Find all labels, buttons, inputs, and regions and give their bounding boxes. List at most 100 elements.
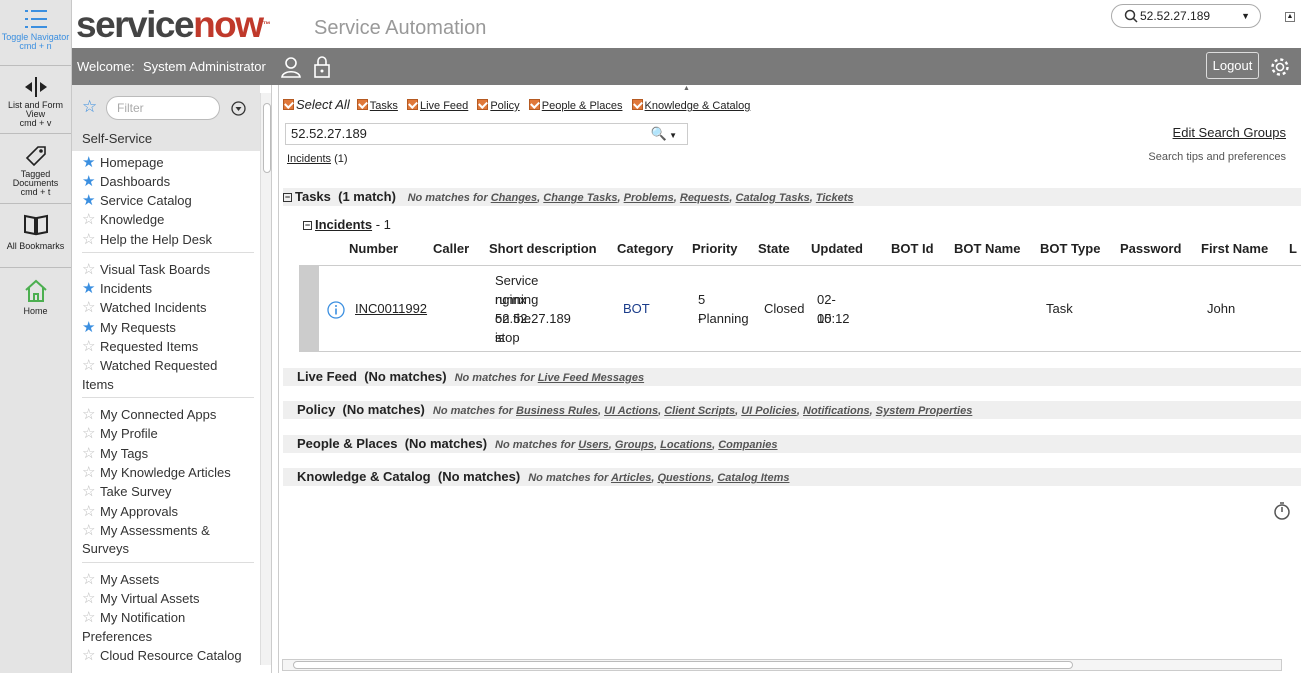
search-query-input[interactable]: 52.52.27.189 🔍 ▼: [285, 123, 688, 145]
logout-button[interactable]: Logout: [1206, 52, 1259, 79]
servicenow-logo[interactable]: servicenow™: [76, 6, 270, 44]
info-icon[interactable]: [327, 301, 345, 319]
column-header[interactable]: Priority: [692, 241, 738, 256]
nav-item[interactable]: ☆ Watched Requested: [82, 356, 257, 375]
gear-icon[interactable]: [1269, 56, 1291, 78]
star-outline-icon[interactable]: ☆: [82, 405, 100, 424]
nav-item[interactable]: ☆ My Virtual Assets: [82, 589, 257, 608]
select-all-checkbox[interactable]: [283, 99, 294, 110]
incident-number-link[interactable]: INC0011992: [355, 299, 427, 318]
incidents-title-link[interactable]: Incidents: [315, 217, 372, 232]
all-bookmarks-button[interactable]: All Bookmarks: [0, 204, 71, 268]
no-match-link[interactable]: Catalog Tasks: [736, 192, 810, 204]
nav-item[interactable]: ☆ Help the Help Desk: [82, 230, 257, 249]
nav-scrollbar[interactable]: [260, 93, 271, 665]
no-match-link[interactable]: Users: [578, 439, 609, 451]
star-outline-icon[interactable]: ☆: [82, 608, 100, 627]
nav-item[interactable]: ☆ My Notification: [82, 608, 257, 627]
favorite-star-icon[interactable]: ★: [82, 279, 100, 298]
knowledge-catalog-checkbox[interactable]: [631, 99, 643, 110]
column-header[interactable]: BOT Name: [954, 241, 1020, 256]
horizontal-scrollbar[interactable]: [282, 659, 1282, 671]
group-tasks-link[interactable]: Tasks: [370, 100, 398, 112]
no-match-link[interactable]: UI Actions: [604, 405, 658, 417]
column-header[interactable]: Short description: [489, 241, 597, 256]
collapse-incidents-icon[interactable]: −: [303, 221, 312, 230]
nav-item[interactable]: ★ Homepage: [82, 153, 257, 172]
no-match-link[interactable]: Client Scripts: [664, 405, 735, 417]
nav-item[interactable]: Surveys: [82, 539, 257, 558]
star-outline-icon[interactable]: ☆: [82, 463, 100, 482]
group-knowledge-catalog-link[interactable]: Knowledge & Catalog: [645, 100, 751, 112]
group-people-places-link[interactable]: People & Places: [542, 100, 623, 112]
favorite-star-icon[interactable]: ★: [82, 191, 100, 210]
no-match-link[interactable]: Notifications: [803, 405, 870, 417]
column-header[interactable]: Category: [617, 241, 673, 256]
collapse-all-icon[interactable]: [231, 101, 246, 116]
star-outline-icon[interactable]: ☆: [82, 210, 100, 229]
nav-item[interactable]: Items: [82, 375, 257, 394]
star-outline-icon[interactable]: ☆: [82, 482, 100, 501]
nav-item[interactable]: ☆ Watched Incidents: [82, 298, 257, 317]
stopwatch-icon[interactable]: [1273, 501, 1291, 521]
nav-item[interactable]: ☆ My Knowledge Articles: [82, 463, 257, 482]
toggle-navigator-button[interactable]: Toggle Navigator cmd + n: [0, 0, 71, 66]
no-match-link[interactable]: Changes: [491, 192, 537, 204]
nav-item[interactable]: ☆ Knowledge: [82, 210, 257, 229]
nav-item[interactable]: ★ Service Catalog: [82, 191, 257, 210]
column-header[interactable]: Number: [349, 241, 398, 256]
group-policy-link[interactable]: Policy: [490, 100, 519, 112]
horizontal-scrollbar-thumb[interactable]: [293, 661, 1073, 669]
lock-icon[interactable]: [312, 55, 332, 79]
no-match-link[interactable]: Tickets: [816, 192, 854, 204]
no-match-link[interactable]: Requests: [680, 192, 730, 204]
nav-item[interactable]: ☆ My Approvals: [82, 502, 257, 521]
group-live-feed-link[interactable]: Live Feed: [420, 100, 468, 112]
column-header[interactable]: BOT Id: [891, 241, 934, 256]
star-outline-icon[interactable]: ☆: [82, 570, 100, 589]
people-places-checkbox[interactable]: [528, 99, 540, 110]
nav-section-self-service[interactable]: Self-Service: [72, 127, 260, 151]
star-outline-icon[interactable]: ☆: [82, 230, 100, 249]
no-match-link[interactable]: UI Policies: [741, 405, 797, 417]
edit-search-groups-link[interactable]: Edit Search Groups: [1173, 125, 1286, 140]
list-form-view-button[interactable]: List and Form View cmd + v: [0, 66, 71, 134]
nav-item[interactable]: ☆ My Assets: [82, 570, 257, 589]
nav-item[interactable]: ☆ My Tags: [82, 444, 257, 463]
star-outline-icon[interactable]: ☆: [82, 424, 100, 443]
star-outline-icon[interactable]: ☆: [82, 521, 100, 540]
star-outline-icon[interactable]: ☆: [82, 444, 100, 463]
no-match-link[interactable]: Locations: [660, 439, 712, 451]
star-outline-icon[interactable]: ☆: [82, 337, 100, 356]
nav-item[interactable]: ☆ My Profile: [82, 424, 257, 443]
policy-checkbox[interactable]: [477, 99, 489, 110]
collapse-header-button[interactable]: ▲: [1285, 12, 1295, 22]
star-outline-icon[interactable]: ☆: [82, 298, 100, 317]
star-outline-icon[interactable]: ☆: [82, 646, 100, 665]
column-header[interactable]: L: [1289, 241, 1297, 256]
user-name[interactable]: System Administrator: [143, 59, 266, 74]
nav-item[interactable]: ☆ Requested Items: [82, 337, 257, 356]
star-outline-icon[interactable]: ☆: [82, 260, 100, 279]
nav-item[interactable]: Preferences: [82, 627, 257, 646]
column-header[interactable]: First Name: [1201, 241, 1268, 256]
incidents-jump-link[interactable]: Incidents: [287, 153, 331, 165]
user-icon[interactable]: [280, 56, 302, 78]
no-match-link[interactable]: Business Rules: [516, 405, 598, 417]
no-match-link[interactable]: Live Feed Messages: [538, 372, 644, 384]
select-all-label[interactable]: Select All: [296, 97, 350, 112]
favorite-star-icon[interactable]: ★: [82, 172, 100, 191]
tasks-checkbox[interactable]: [356, 99, 368, 110]
column-header[interactable]: BOT Type: [1040, 241, 1100, 256]
no-match-link[interactable]: Change Tasks: [543, 192, 617, 204]
nav-item[interactable]: ☆ My Assessments &: [82, 521, 257, 540]
tagged-documents-button[interactable]: Tagged Documents cmd + t: [0, 134, 71, 204]
column-header[interactable]: Updated: [811, 241, 863, 256]
search-tips-link[interactable]: Search tips and preferences: [1148, 151, 1286, 163]
favorites-star-icon[interactable]: ☆: [82, 97, 97, 117]
star-outline-icon[interactable]: ☆: [82, 589, 100, 608]
column-header[interactable]: Password: [1120, 241, 1181, 256]
nav-item[interactable]: ★ My Requests: [82, 318, 257, 337]
no-match-link[interactable]: Questions: [657, 472, 711, 484]
no-match-link[interactable]: Groups: [615, 439, 654, 451]
